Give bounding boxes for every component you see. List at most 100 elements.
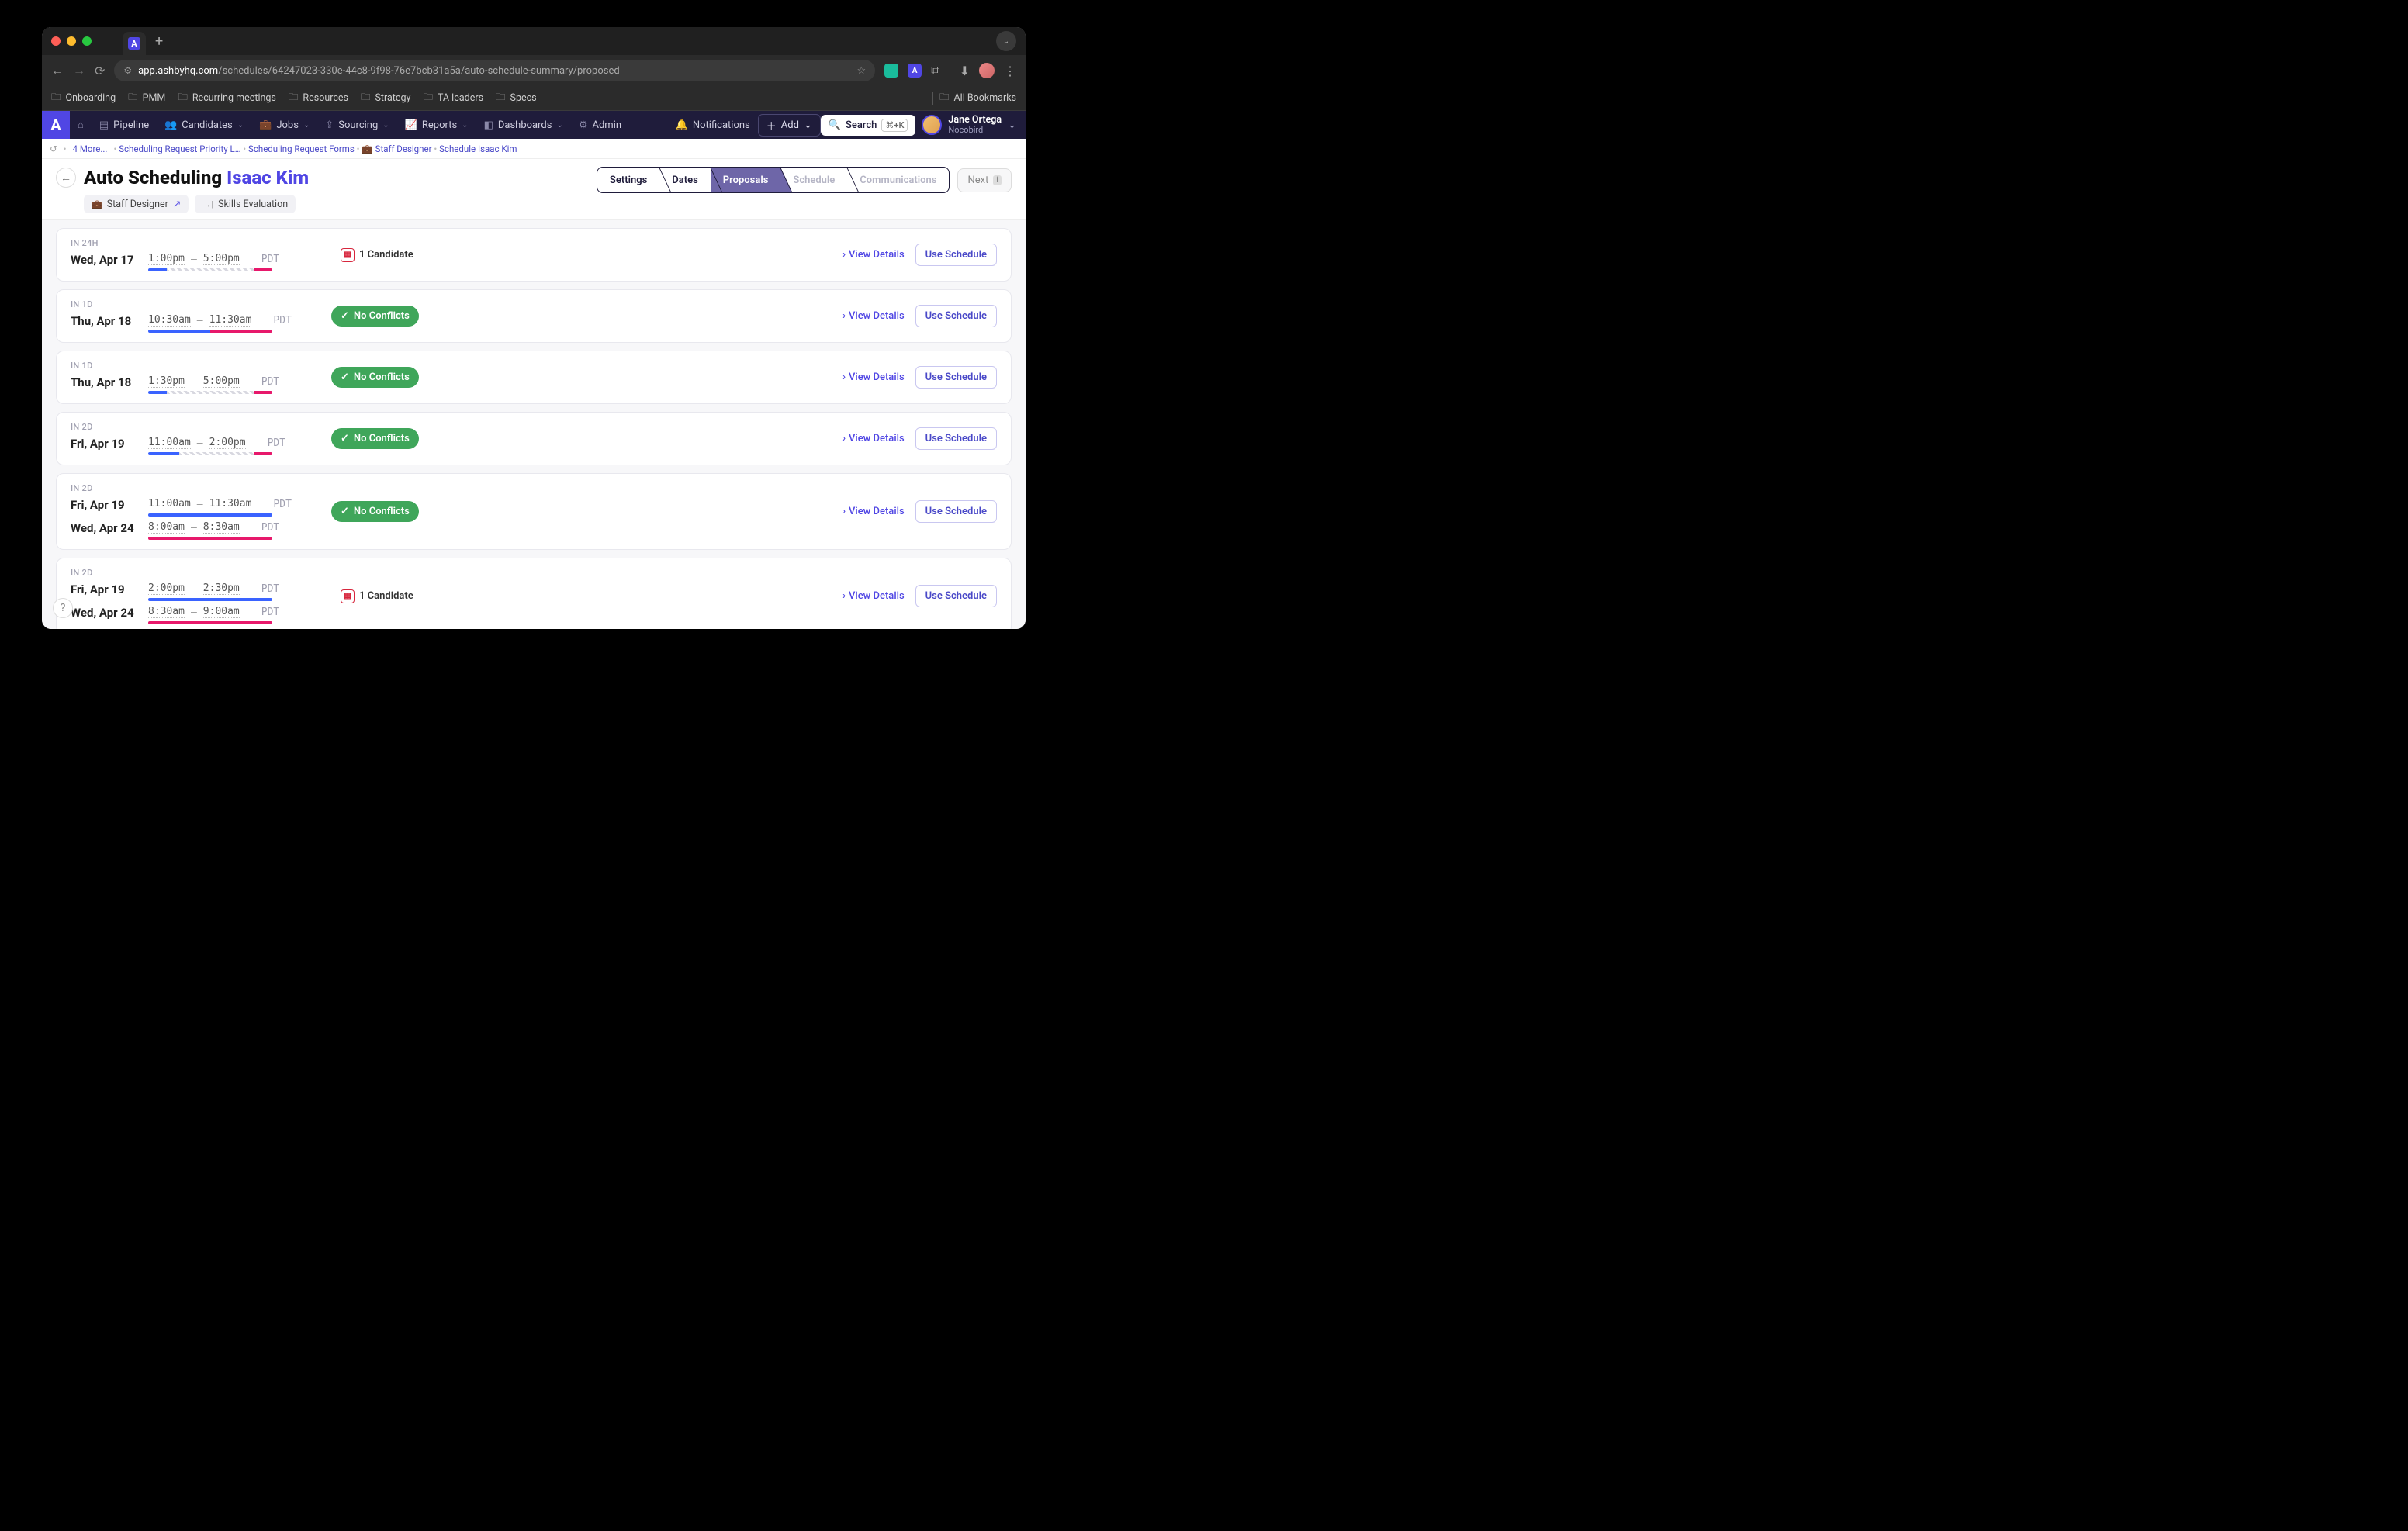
folder-icon: 🗀 — [289, 90, 299, 106]
chevron-down-icon: ⌄ — [1008, 119, 1016, 131]
extension-icon-1[interactable] — [884, 64, 898, 78]
candidates-icon: 👥 — [164, 119, 177, 131]
extensions-icon[interactable]: ⧉ — [931, 63, 939, 78]
address-bar: ← → ⟳ ⚙ app.ashbyhq.com/schedules/642470… — [42, 55, 1026, 86]
proposal-card: IN 24HWed, Apr 171:00pm—5:00pmPDT▦1 Cand… — [56, 228, 1012, 282]
nav-reports[interactable]: 📈Reports⌄ — [397, 111, 476, 139]
check-icon: ✓ — [341, 372, 349, 383]
profile-avatar[interactable] — [979, 63, 995, 78]
chip-stage[interactable]: →| Skills Evaluation — [195, 195, 296, 213]
reload-button[interactable]: ⟳ — [95, 64, 105, 78]
view-details-link[interactable]: ›View Details — [842, 372, 905, 383]
folder-icon: 🗀 — [423, 90, 433, 106]
nav-admin[interactable]: ⚙Admin — [571, 111, 629, 139]
extension-icon-ashby[interactable]: A — [908, 64, 922, 78]
help-button[interactable]: ? — [53, 598, 73, 618]
conflict-badge-icon: ▦ — [341, 589, 355, 603]
notifications-button[interactable]: 🔔 Notifications — [668, 111, 758, 139]
breadcrumb-link[interactable]: Staff Designer — [375, 143, 432, 154]
add-button[interactable]: ＋ Add ⌄ — [758, 114, 821, 137]
timeline-bar — [148, 452, 272, 455]
candidate-name-link[interactable]: Isaac Kim — [227, 167, 309, 188]
kebab-menu-icon[interactable]: ⋮ — [1004, 64, 1016, 78]
timeline-bar — [148, 330, 272, 333]
chevron-down-icon: ⌄ — [382, 121, 389, 130]
use-schedule-button[interactable]: Use Schedule — [915, 366, 997, 389]
day-row: Wed, Apr 248:00am—8:30amPDT — [71, 521, 303, 540]
view-details-link[interactable]: ›View Details — [842, 249, 905, 261]
bookmark-item[interactable]: 🗀Strategy — [361, 90, 410, 106]
bookmark-item[interactable]: 🗀Resources — [289, 90, 348, 106]
downloads-icon[interactable]: ⬇ — [960, 64, 970, 78]
use-schedule-button[interactable]: Use Schedule — [915, 427, 997, 450]
add-label: Add — [781, 119, 799, 131]
nav-jobs[interactable]: 💼Jobs⌄ — [251, 111, 317, 139]
proposal-card: IN 2DFri, Apr 1911:00am—11:30amPDTWed, A… — [56, 473, 1012, 550]
bookmark-star-icon[interactable]: ☆ — [857, 65, 867, 77]
view-details-link[interactable]: ›View Details — [842, 433, 905, 444]
bookmark-item[interactable]: 🗀Specs — [496, 90, 537, 106]
view-details-link[interactable]: ›View Details — [842, 506, 905, 517]
day-label: Thu, Apr 18 — [71, 375, 137, 389]
user-name: Jane Ortega — [948, 115, 1002, 126]
folder-icon: 🗀 — [51, 90, 61, 106]
all-bookmarks-button[interactable]: 🗀All Bookmarks — [939, 90, 1016, 106]
bookmark-item[interactable]: 🗀Recurring meetings — [178, 90, 276, 106]
close-window-button[interactable] — [51, 36, 61, 46]
next-button[interactable]: Next i — [957, 168, 1012, 192]
bookmark-item[interactable]: 🗀TA leaders — [423, 90, 483, 106]
new-tab-button[interactable]: + — [155, 33, 163, 50]
view-details-link[interactable]: ›View Details — [842, 310, 905, 322]
bookmark-item[interactable]: 🗀PMM — [128, 90, 165, 106]
page-header: ← Auto Scheduling Isaac Kim 💼 Staff Desi… — [42, 159, 1026, 220]
day-label: Fri, Apr 19 — [71, 582, 137, 596]
bookmark-item[interactable]: 🗀Onboarding — [51, 90, 116, 106]
use-schedule-button[interactable]: Use Schedule — [915, 305, 997, 327]
view-details-link[interactable]: ›View Details — [842, 590, 905, 602]
nav-dashboards[interactable]: ◧Dashboards⌄ — [476, 111, 571, 139]
day-row: Wed, Apr 248:30am—9:00amPDT — [71, 606, 303, 624]
nav-candidates[interactable]: 👥Candidates⌄ — [157, 111, 251, 139]
back-button[interactable]: ← — [51, 63, 64, 78]
chip-job[interactable]: 💼 Staff Designer ↗ — [84, 195, 189, 213]
check-icon: ✓ — [341, 506, 349, 517]
nav-sourcing[interactable]: ⇪Sourcing⌄ — [317, 111, 396, 139]
folder-icon: 🗀 — [178, 90, 188, 106]
user-menu[interactable]: Jane Ortega Nocobird ⌄ — [922, 115, 1016, 135]
relative-time: IN 1D — [71, 361, 303, 371]
status-no-conflicts: ✓No Conflicts — [331, 367, 419, 388]
proposal-card: IN 2DFri, Apr 1911:00am—2:00pmPDT✓No Con… — [56, 412, 1012, 465]
tab-overflow-button[interactable]: ⌄ — [996, 31, 1016, 51]
chevron-right-icon: › — [842, 310, 846, 322]
app-window: A + ⌄ ← → ⟳ ⚙ app.ashbyhq.com/schedules/… — [42, 27, 1026, 629]
browser-tab-active[interactable]: A — [123, 32, 146, 55]
site-info-icon[interactable]: ⚙ — [123, 65, 132, 76]
page-back-button[interactable]: ← — [56, 168, 76, 188]
tab-strip: A + ⌄ — [42, 27, 1026, 55]
use-schedule-button[interactable]: Use Schedule — [915, 500, 997, 523]
forward-button[interactable]: → — [73, 63, 85, 78]
chevron-right-icon: › — [842, 372, 846, 383]
app-logo[interactable]: A — [42, 111, 70, 139]
check-icon: ✓ — [341, 310, 349, 322]
step-settings[interactable]: Settings — [597, 168, 659, 192]
breadcrumb-link[interactable]: Scheduling Request Priority L… — [119, 143, 240, 154]
use-schedule-button[interactable]: Use Schedule — [915, 244, 997, 266]
search-button[interactable]: 🔍 Search ⌘+K — [821, 115, 916, 136]
admin-icon: ⚙ — [579, 119, 588, 131]
breadcrumb-link[interactable]: Schedule Isaac Kim — [439, 143, 517, 154]
day-label: Thu, Apr 18 — [71, 314, 137, 328]
use-schedule-button[interactable]: Use Schedule — [915, 585, 997, 607]
home-icon-button[interactable]: ⌂ — [70, 111, 92, 139]
chevron-down-icon: ⌄ — [462, 121, 468, 130]
maximize-window-button[interactable] — [82, 36, 92, 46]
app-topnav: A ⌂ ▤Pipeline👥Candidates⌄💼Jobs⌄⇪Sourcing… — [42, 111, 1026, 139]
url-input[interactable]: ⚙ app.ashbyhq.com/schedules/64247023-330… — [114, 60, 875, 81]
breadcrumb-link[interactable]: Scheduling Request Forms — [248, 143, 355, 154]
day-row: Wed, Apr 171:00pm—5:00pmPDT — [71, 253, 303, 271]
minimize-window-button[interactable] — [67, 36, 76, 46]
window-controls — [51, 36, 92, 46]
breadcrumb-more[interactable]: 4 More... — [73, 143, 108, 154]
history-icon[interactable]: ↺ — [50, 143, 57, 154]
nav-pipeline[interactable]: ▤Pipeline — [92, 111, 157, 139]
